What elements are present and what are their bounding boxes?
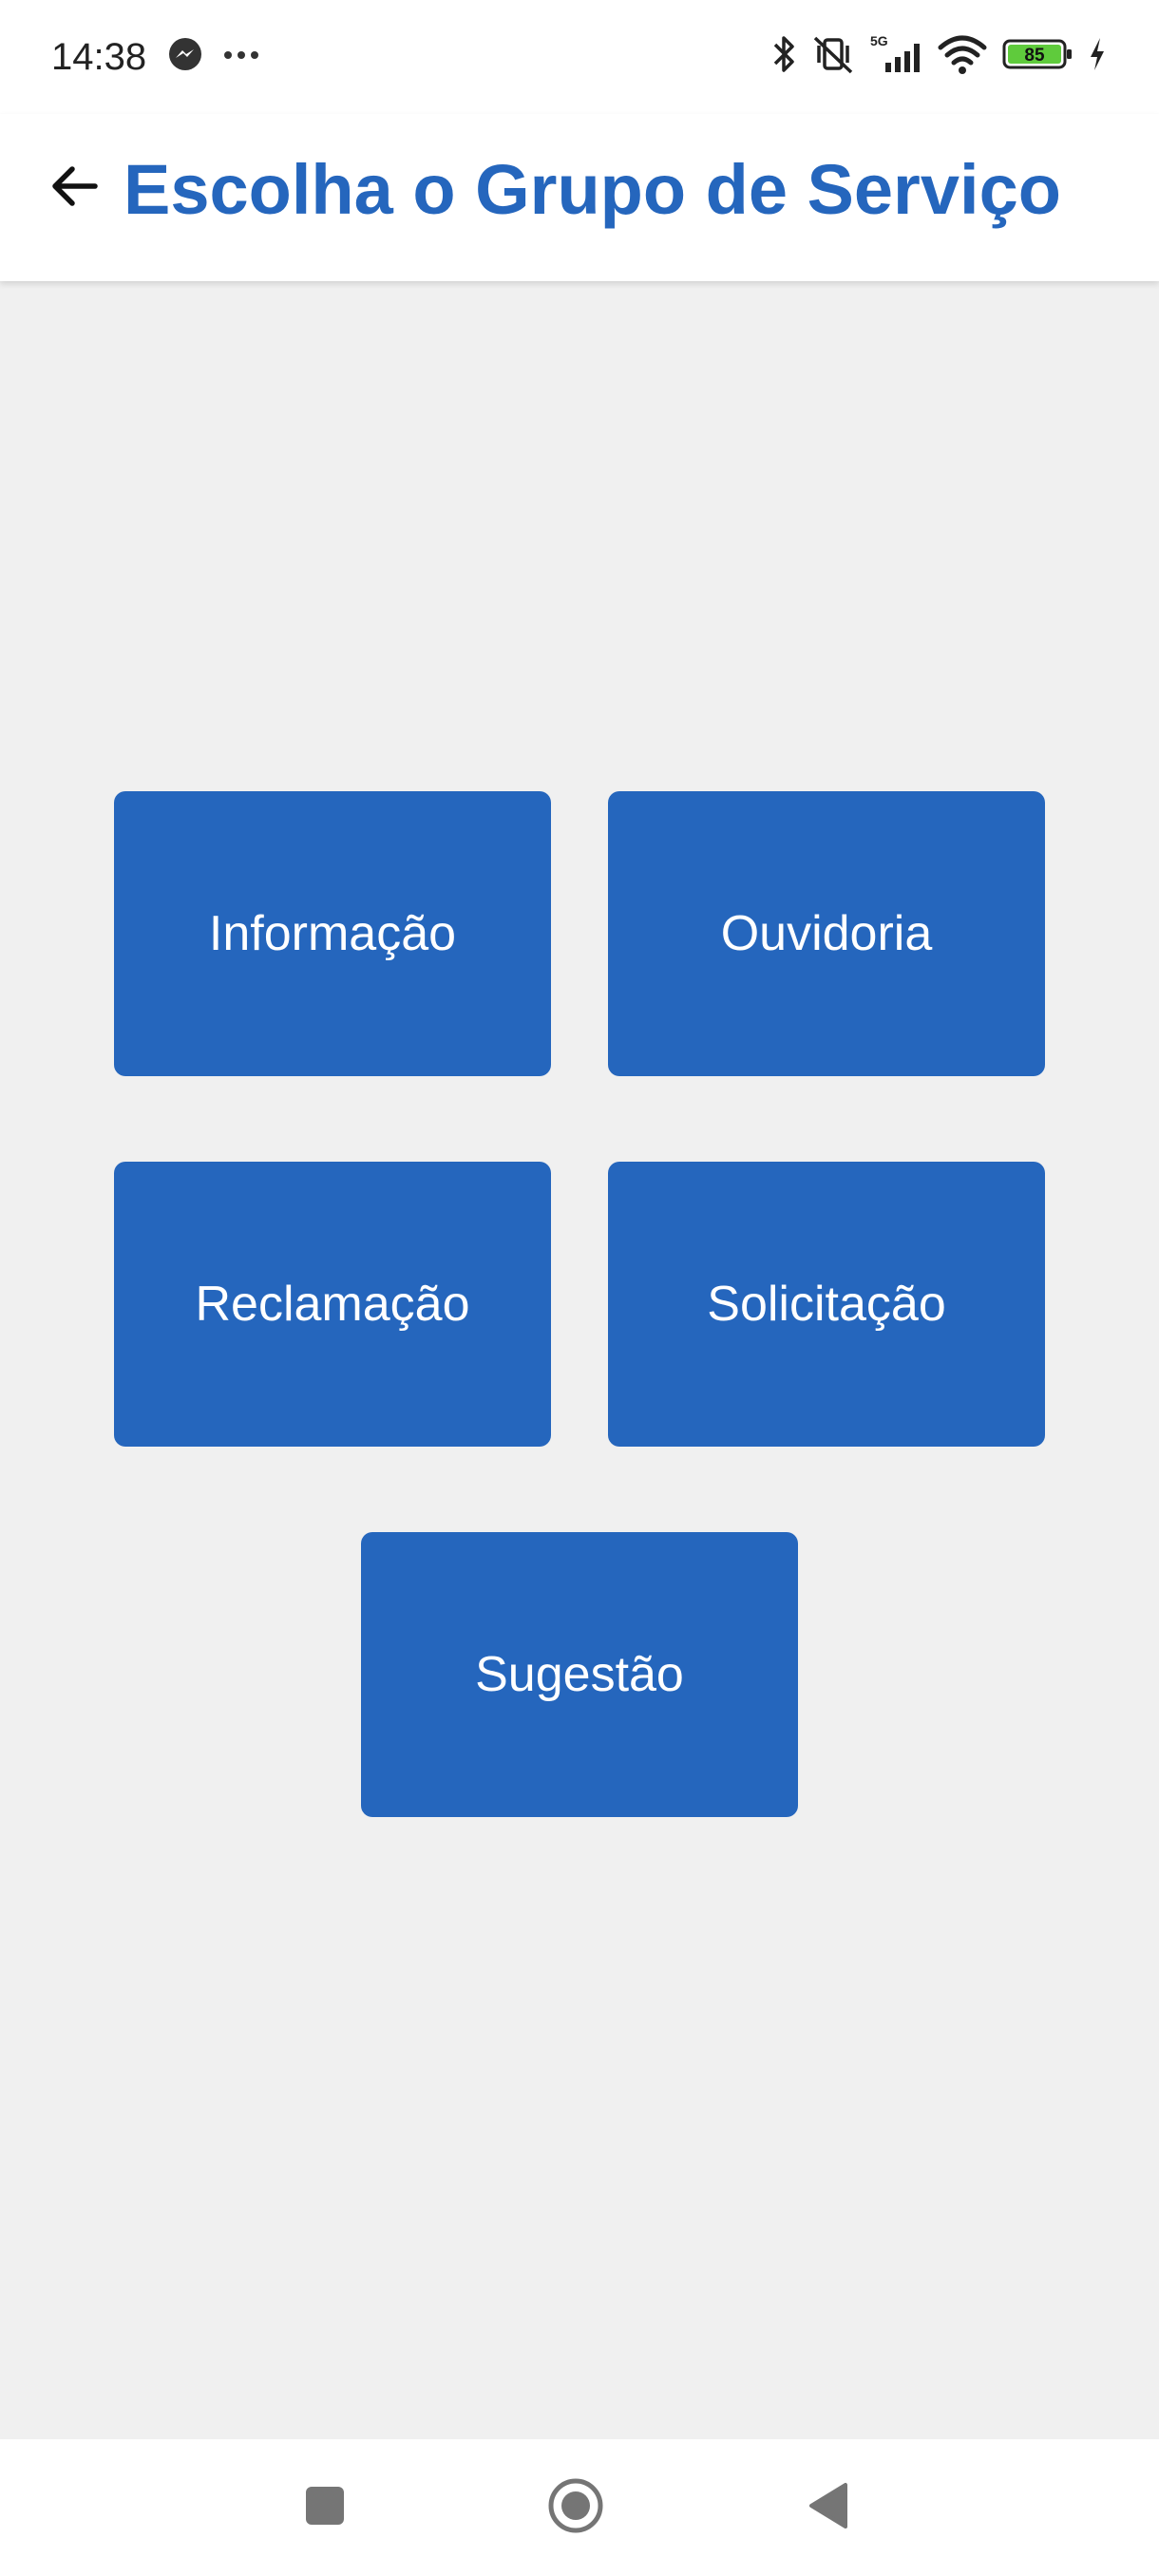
- solicitacao-label: Solicitação: [707, 1277, 946, 1332]
- sugestao-label: Sugestão: [475, 1647, 684, 1702]
- wifi-icon: [937, 32, 988, 76]
- page-title: Escolha o Grupo de Serviço: [124, 150, 1061, 229]
- informacao-button[interactable]: Informação: [114, 791, 551, 1076]
- back-button[interactable]: [44, 158, 104, 218]
- charging-bolt-icon: [1087, 32, 1108, 76]
- battery-icon: 85: [1001, 32, 1074, 76]
- reclamacao-label: Reclamação: [195, 1277, 470, 1332]
- reclamacao-button[interactable]: Reclamação: [114, 1162, 551, 1447]
- more-dots-icon: [222, 48, 260, 66]
- system-back-button[interactable]: [790, 2470, 866, 2546]
- triangle-back-icon: [806, 2479, 851, 2537]
- system-nav-bar: [0, 2439, 1159, 2576]
- ouvidoria-button[interactable]: Ouvidoria: [608, 791, 1045, 1076]
- status-system-icons: 5G 85: [770, 32, 1108, 76]
- status-bar: 14:38 5G 85: [0, 0, 1159, 114]
- solicitacao-button[interactable]: Solicitação: [608, 1162, 1045, 1447]
- circle-home-icon: [545, 2475, 606, 2541]
- informacao-label: Informação: [208, 906, 457, 961]
- ouvidoria-label: Ouvidoria: [720, 906, 933, 961]
- square-recents-icon: [302, 2483, 348, 2533]
- bluetooth-icon: [770, 32, 798, 76]
- app-bar: Escolha o Grupo de Serviço: [0, 114, 1159, 281]
- messenger-icon: [167, 36, 203, 77]
- arrow-left-icon: [48, 160, 101, 218]
- network-type-label: 5G: [870, 33, 888, 48]
- recents-button[interactable]: [287, 2470, 363, 2546]
- home-button[interactable]: [538, 2470, 614, 2546]
- vibrate-off-icon: [811, 32, 855, 76]
- signal-icon: 5G: [868, 32, 923, 76]
- sugestao-button[interactable]: Sugestão: [361, 1532, 798, 1817]
- battery-level: 85: [1024, 46, 1045, 66]
- status-notification-icons: [167, 36, 260, 77]
- status-time: 14:38: [51, 36, 147, 78]
